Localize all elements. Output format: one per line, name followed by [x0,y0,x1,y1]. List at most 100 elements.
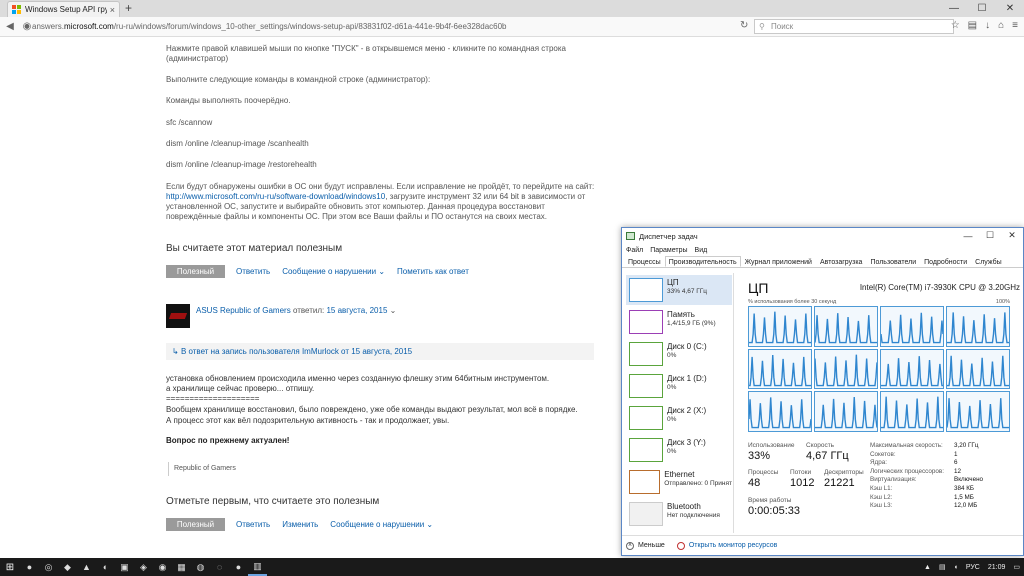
back-icon[interactable]: ◀ [3,21,17,32]
new-tab-button[interactable]: + [125,1,132,15]
tab-services[interactable]: Службы [971,256,1006,267]
menu-file[interactable]: Файл [626,247,643,254]
task-manager-footer: ˄ Меньше Открыть монитор ресурсов [622,535,1023,555]
detail-row: Максимальная скорость: 3,20 ГГц [870,442,1020,451]
menu-options[interactable]: Параметры [650,247,687,254]
tab-performance[interactable]: Производительность [664,256,741,267]
close-button[interactable]: ✕ [996,0,1024,17]
minimize-button[interactable]: — [957,228,979,243]
mark-answer-link[interactable]: Пометить как ответ [397,267,469,276]
in-reply-to-box[interactable]: ↳ В ответ на запись пользователя ImMurlo… [166,343,594,360]
tab-users[interactable]: Пользователи [866,256,920,267]
sidebar-item-disk-2[interactable]: Диск 2 (X:) 0% [626,403,732,433]
fewer-details-button[interactable]: ˄ Меньше [626,541,665,550]
app-icon[interactable]: ▣ [115,558,134,576]
in-reply-to-text: В ответ на запись пользователя ImMurlock… [180,347,413,356]
clipboard-icon[interactable]: ▤ [968,20,977,31]
address-bar[interactable]: answers.microsoft.com/ru-ru/windows/foru… [32,20,732,34]
tab-title: Windows Setup API грузи... [25,5,107,14]
browser-tab[interactable]: Windows Setup API грузи... × [7,1,120,17]
task-manager-titlebar[interactable]: Диспетчер задач — ☐ ✕ [622,228,1023,244]
graph-caption: % использования более 30 секунд [748,299,837,305]
clock[interactable]: 21:09 [988,564,1006,571]
reply-author-line: ASUS Republic of Gamers ответил: 15 авгу… [196,306,396,315]
maximize-button[interactable]: ☐ [979,228,1001,243]
app-icon[interactable]: ◆ [58,558,77,576]
chevron-down-icon[interactable]: ⌄ [390,306,397,315]
disk-thumbnail [629,342,663,366]
sidebar-item-ethernet[interactable]: Ethernet Отправлено: 0 Принят [626,467,732,497]
sidebar-item-bluetooth[interactable]: Bluetooth Нет подключения [626,499,732,529]
system-tray: ▲ ▤ ◖ РУС 21:09 ▭ [924,558,1020,576]
star-icon[interactable]: ☆ [951,20,960,31]
tab-processes[interactable]: Процессы [624,256,665,267]
browser-tab-strip: Windows Setup API грузи... × + — ☐ ✕ [0,0,1024,17]
reply-link[interactable]: Ответить [236,267,270,276]
sidebar-item-label: Диск 1 (D:) [667,374,707,383]
url-path: /ru-ru/windows/forum/windows_10-other_se… [113,22,507,31]
tray-icon[interactable]: ▲ [924,564,931,571]
edit-link[interactable]: Изменить [282,520,318,529]
firefox-icon[interactable]: ● [20,558,39,576]
speed-label: Скорость [806,442,835,449]
sidebar-item-cpu[interactable]: ЦП 33% 4,67 ГГц [626,275,732,305]
resource-monitor-link[interactable]: Открыть монитор ресурсов [676,541,777,550]
tab-close-icon[interactable]: × [110,5,115,15]
ethernet-thumbnail [629,470,661,494]
search-input[interactable]: ⚲ Поиск [754,19,954,34]
task-manager-taskbar-icon[interactable]: ▥ [248,558,267,576]
app-icon[interactable]: ▲ [77,558,96,576]
home-icon[interactable]: ⌂ [998,20,1004,31]
app-icon[interactable]: ◉ [153,558,172,576]
usage-value: 33% [748,450,771,462]
app-icon[interactable]: ▦ [172,558,191,576]
menu-view[interactable]: Вид [695,247,708,254]
usage-label: Использование [748,442,795,449]
chevron-down-icon: ⌄ [426,520,434,529]
detail-key: Виртуализация: [870,476,917,484]
window-title: Диспетчер задач [639,231,698,241]
sidebar-item-disk-3[interactable]: Диск 3 (Y:) 0% [626,435,732,465]
task-manager-window: Диспетчер задач — ☐ ✕ Файл Параметры Вид… [621,227,1024,556]
start-button[interactable]: ⊞ [0,562,20,573]
network-icon[interactable]: ▤ [939,563,946,571]
minimize-button[interactable]: — [940,0,968,17]
app-icon[interactable]: ◍ [191,558,210,576]
language-indicator[interactable]: РУС [966,564,980,571]
sidebar-item-label: Ethernet [664,470,695,479]
uptime-value: 0:00:05:33 [748,505,800,517]
steam-icon[interactable]: ◐ [96,558,115,576]
sidebar-item-sub: 1,4/15,9 ГБ (9%) [667,320,716,327]
sidebar-item-memory[interactable]: Память 1,4/15,9 ГБ (9%) [626,307,732,337]
report-link[interactable]: Сообщение о нарушении ⌄ [330,520,433,529]
reply-date[interactable]: 15 августа, 2015 [326,306,387,315]
reload-icon[interactable]: ↻ [740,20,748,31]
detail-key: Кэш L3: [870,502,893,510]
chrome-icon[interactable]: ◎ [39,558,58,576]
helpful-button[interactable]: Полезный [166,518,225,531]
close-button[interactable]: ✕ [1001,228,1023,243]
volume-icon[interactable]: ◖ [954,564,958,571]
detail-key: Логических процессоров: [870,467,944,475]
reply-link[interactable]: Ответить [236,520,270,529]
sidebar-item-disk-0[interactable]: Диск 0 (C:) 0% [626,339,732,369]
maximize-button[interactable]: ☐ [968,0,996,17]
menu-icon[interactable]: ≡ [1012,20,1018,31]
helpful-button[interactable]: Полезный [166,265,225,278]
speed-stat: Скорость 4,67 ГГц [806,442,849,462]
report-link[interactable]: Сообщение о нарушении ⌄ [282,267,385,276]
memory-thumbnail [629,310,663,334]
sidebar-item-disk-1[interactable]: Диск 1 (D:) 0% [626,371,732,401]
author-link[interactable]: ASUS Republic of Gamers [196,306,291,315]
app-icon[interactable]: ◌ [210,558,229,576]
tab-startup[interactable]: Автозагрузка [816,256,866,267]
tab-details[interactable]: Подробности [920,256,971,267]
tab-app-history[interactable]: Журнал приложений [741,256,816,267]
cpu-core-graph [748,391,812,432]
download-link[interactable]: http://www.microsoft.com/ru-ru/software-… [166,192,385,201]
download-icon[interactable]: ↓ [985,20,990,31]
app-icon[interactable]: ● [229,558,248,576]
notifications-icon[interactable]: ▭ [1013,563,1020,571]
avatar[interactable] [166,304,190,328]
app-icon[interactable]: ◈ [134,558,153,576]
